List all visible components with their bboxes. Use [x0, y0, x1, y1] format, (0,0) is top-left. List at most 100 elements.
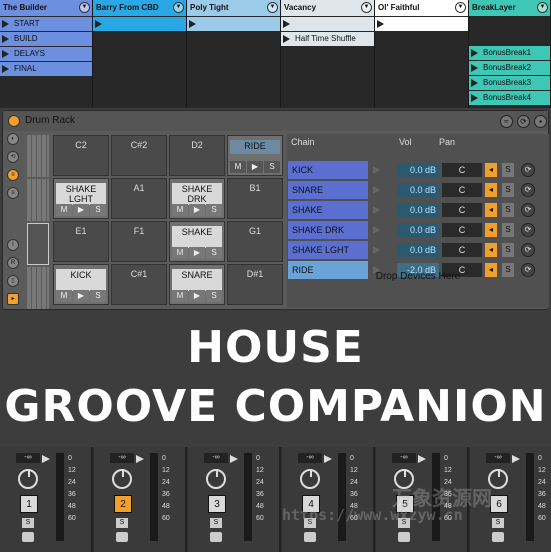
chain-volume[interactable]: 0.0 dB — [397, 183, 439, 197]
chain-arrow-icon[interactable] — [370, 161, 382, 179]
chain-name[interactable]: SHAKE LGHT — [288, 241, 368, 259]
drum-pad[interactable]: A1 — [111, 178, 167, 219]
clip-play-icon[interactable] — [95, 20, 102, 28]
pan-knob[interactable] — [18, 469, 38, 489]
wave-icon[interactable]: ≈ — [500, 115, 513, 128]
volume-slider-arrow[interactable] — [136, 455, 144, 463]
chain-row[interactable]: SHAKE 0.0 dB C ◂ S ⟳ — [287, 201, 549, 219]
clip-play-icon[interactable] — [2, 35, 9, 43]
drum-pad[interactable]: SNARE M ▶ S — [169, 264, 225, 305]
chain-hotswap-icon[interactable]: ⟳ — [521, 203, 535, 217]
clip-play-icon[interactable] — [2, 20, 9, 28]
sends-icon[interactable]: ≡ — [7, 187, 19, 199]
toggle-icon[interactable]: ◐ — [7, 133, 19, 145]
solo-button[interactable]: S — [22, 518, 34, 528]
chain-row[interactable]: SHAKE DRK 0.0 dB C ◂ S ⟳ — [287, 221, 549, 239]
drum-pad[interactable]: B1 — [227, 178, 283, 219]
drum-pad[interactable]: SHAKE M ▶ S — [169, 221, 225, 262]
clip-play-icon[interactable] — [2, 50, 9, 58]
clip-play-icon[interactable] — [471, 49, 478, 57]
drum-pad[interactable]: SHAKE LGHT M ▶ S — [53, 178, 109, 219]
volume-readout[interactable]: -∞ — [486, 453, 510, 463]
auto-select-icon[interactable]: ▸ — [7, 293, 19, 305]
preview-button[interactable]: ▶ — [73, 290, 89, 302]
volume-readout[interactable]: -∞ — [298, 453, 322, 463]
volume-slider-arrow[interactable] — [324, 455, 332, 463]
chain-name[interactable]: SHAKE DRK — [288, 221, 368, 239]
chain-row[interactable]: KICK 0.0 dB C ◂ S ⟳ — [287, 161, 549, 179]
drum-pad[interactable]: F1 — [111, 221, 167, 262]
arm-button[interactable] — [210, 532, 222, 542]
chain-name[interactable]: SHAKE — [288, 201, 368, 219]
clip-slot[interactable]: BonusBreak4 — [469, 91, 550, 105]
chain-select-icon[interactable]: ▯ — [7, 275, 19, 287]
clip-slot[interactable]: START — [0, 17, 92, 31]
clip-slot[interactable]: BonusBreak1 — [469, 46, 550, 60]
track-activator-button[interactable]: 6 — [490, 495, 508, 513]
save-icon[interactable]: ▪ — [534, 115, 547, 128]
solo-button[interactable]: S — [90, 290, 106, 302]
clip-play-icon[interactable] — [189, 20, 196, 28]
solo-button[interactable]: S — [206, 204, 222, 216]
volume-readout[interactable]: -∞ — [16, 453, 40, 463]
arm-button[interactable] — [22, 532, 34, 542]
drum-pad[interactable]: SHAKE DRK M ▶ S — [169, 178, 225, 219]
chain-hotswap-icon[interactable]: ⟳ — [521, 183, 535, 197]
pan-knob[interactable] — [206, 469, 226, 489]
speaker-icon[interactable]: ◂ — [485, 163, 497, 177]
arm-button[interactable] — [398, 532, 410, 542]
volume-readout[interactable]: -∞ — [392, 453, 416, 463]
mute-button[interactable]: M — [172, 247, 188, 259]
chain-pan[interactable]: C — [442, 243, 482, 257]
chain-solo-button[interactable]: S — [502, 243, 514, 257]
chain-hotswap-icon[interactable]: ⟳ — [521, 223, 535, 237]
chain-arrow-icon[interactable] — [370, 221, 382, 239]
chain-pan[interactable]: C — [442, 203, 482, 217]
chain-arrow-icon[interactable] — [370, 181, 382, 199]
chain-solo-button[interactable]: S — [502, 163, 514, 177]
drum-pad[interactable]: C2 — [53, 135, 109, 176]
clip-play-icon[interactable] — [2, 65, 9, 73]
chain-volume[interactable]: 0.0 dB — [397, 203, 439, 217]
track-header[interactable]: Vacancy ▼ — [281, 0, 374, 16]
chain-volume[interactable]: 0.0 dB — [397, 223, 439, 237]
volume-readout[interactable]: -∞ — [110, 453, 134, 463]
speaker-icon[interactable]: ◂ — [485, 243, 497, 257]
solo-button[interactable]: S — [264, 161, 280, 173]
speaker-icon[interactable]: ◂ — [485, 183, 497, 197]
track-activator-button[interactable]: 2 — [114, 495, 132, 513]
chain-arrow-icon[interactable] — [370, 201, 382, 219]
clip-play-icon[interactable] — [283, 35, 290, 43]
track-menu-icon[interactable]: ▼ — [173, 2, 184, 13]
drum-pad[interactable]: E1 — [53, 221, 109, 262]
pad-overview[interactable] — [27, 135, 50, 309]
chain-row[interactable]: SHAKE LGHT 0.0 dB C ◂ S ⟳ — [287, 241, 549, 259]
mute-button[interactable]: M — [56, 290, 72, 302]
clip-slot[interactable] — [375, 17, 468, 31]
solo-button[interactable]: S — [206, 247, 222, 259]
chain-row[interactable]: SNARE 0.0 dB C ◂ S ⟳ — [287, 181, 549, 199]
solo-button[interactable]: S — [492, 518, 504, 528]
io-icon[interactable]: I — [7, 239, 19, 251]
solo-button[interactable]: S — [116, 518, 128, 528]
pan-knob[interactable] — [112, 469, 132, 489]
track-menu-icon[interactable]: ▼ — [79, 2, 90, 13]
track-menu-icon[interactable]: ▼ — [267, 2, 278, 13]
arm-button[interactable] — [116, 532, 128, 542]
volume-slider-arrow[interactable] — [42, 455, 50, 463]
drum-pad[interactable]: C#1 — [111, 264, 167, 305]
clip-slot[interactable]: Half Time Shuffle — [281, 32, 374, 46]
pan-knob[interactable] — [300, 469, 320, 489]
speaker-icon[interactable]: ◂ — [485, 223, 497, 237]
chain-solo-button[interactable]: S — [502, 183, 514, 197]
volume-slider-arrow[interactable] — [418, 455, 426, 463]
clip-slot[interactable]: DELAYS — [0, 47, 92, 61]
preview-button[interactable]: ▶ — [189, 247, 205, 259]
chain-pan[interactable]: C — [442, 223, 482, 237]
chain-name[interactable]: SNARE — [288, 181, 368, 199]
clip-play-icon[interactable] — [377, 20, 384, 28]
chain-pan[interactable]: C — [442, 183, 482, 197]
preview-button[interactable]: ▶ — [247, 161, 263, 173]
track-header[interactable]: The Builder ▼ — [0, 0, 92, 16]
track-header[interactable]: Ol' Faithful ▼ — [375, 0, 468, 16]
